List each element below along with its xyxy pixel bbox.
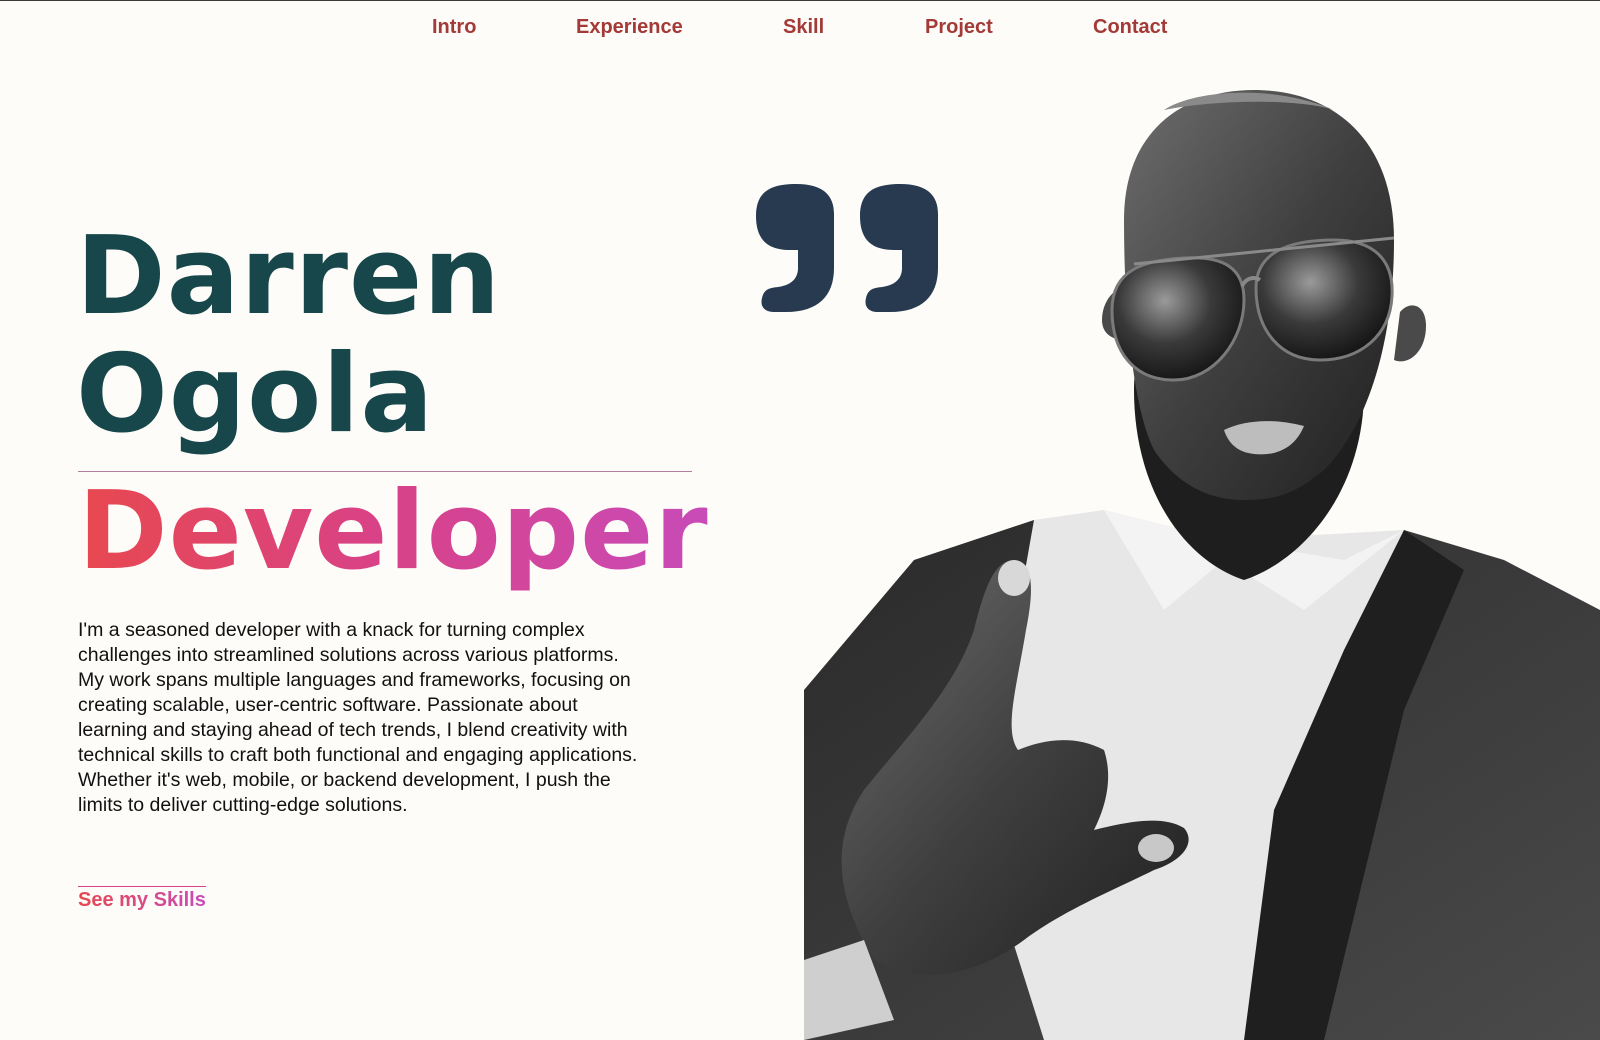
hero-role: Developer (78, 469, 709, 594)
last-name: Ogola (76, 332, 435, 457)
nav-item-contact[interactable]: Contact (1093, 16, 1167, 39)
nav-item-intro[interactable]: Intro (432, 16, 476, 39)
nav-item-skill[interactable]: Skill (783, 16, 824, 39)
hero-name: Darren Ogola (76, 218, 501, 454)
first-name: Darren (76, 214, 502, 339)
main-nav: Intro Experience Skill Project Contact (0, 16, 1600, 46)
bio-paragraph: I'm a seasoned developer with a knack fo… (78, 619, 638, 816)
top-border (0, 0, 1600, 1)
nav-item-experience[interactable]: Experience (576, 16, 683, 39)
see-skills-link[interactable]: See my Skills (78, 886, 206, 912)
nav-item-project[interactable]: Project (925, 16, 993, 39)
portrait-photo (804, 90, 1600, 1040)
